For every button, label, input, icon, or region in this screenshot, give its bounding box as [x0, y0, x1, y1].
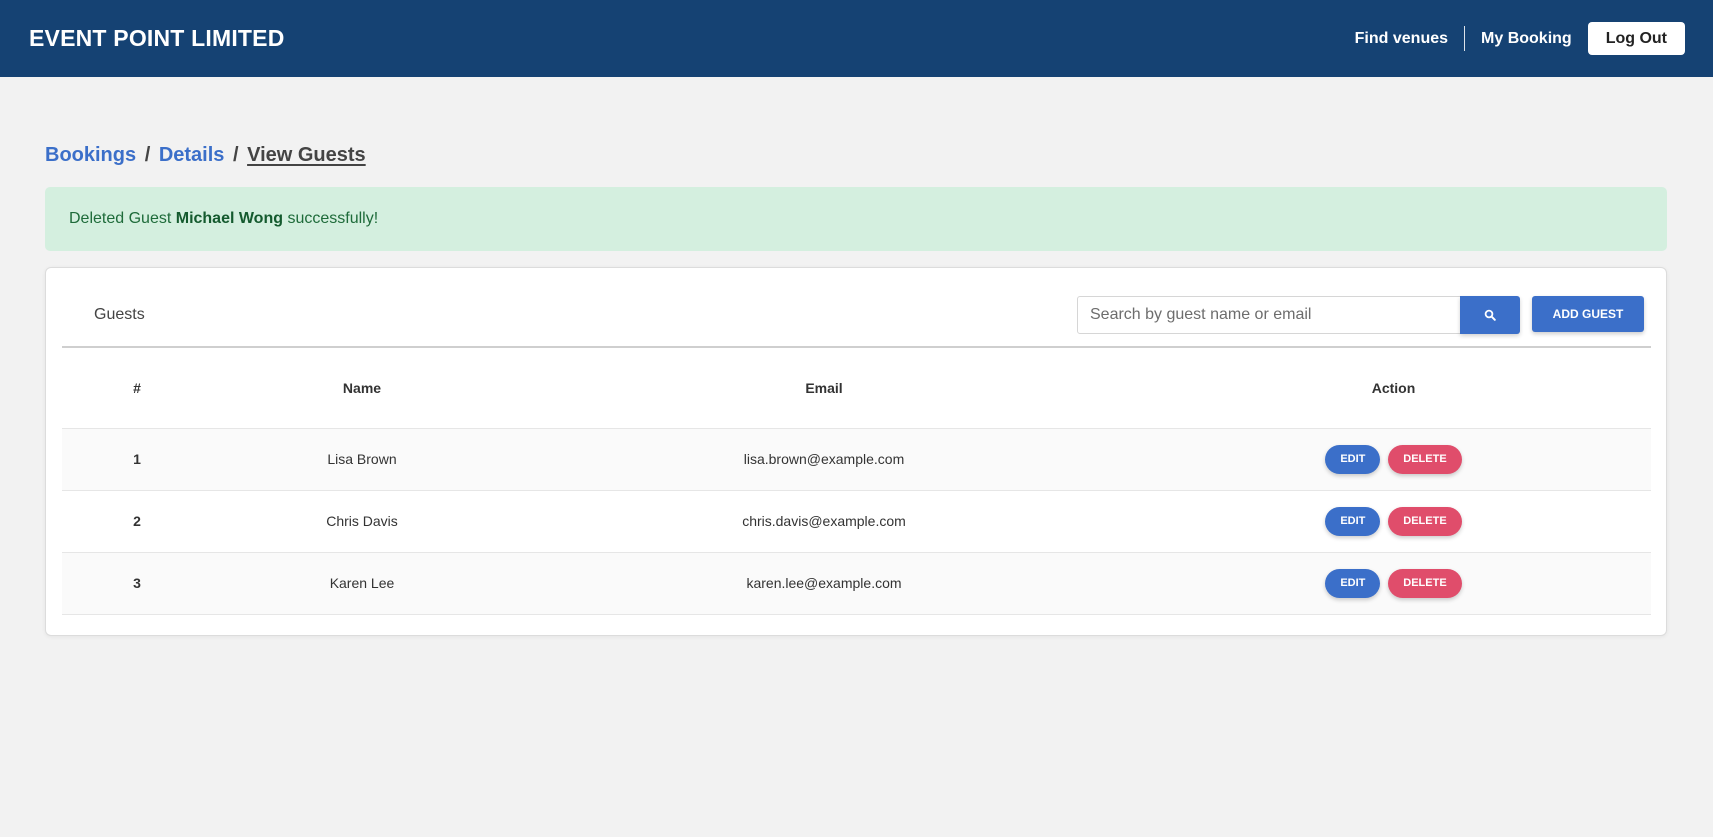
nav-divider [1464, 26, 1466, 51]
delete-button[interactable]: DELETE [1388, 506, 1462, 536]
nav-actions: Find venues My Booking Log Out [1339, 22, 1685, 55]
nav-find-venues[interactable]: Find venues [1339, 30, 1464, 48]
column-header-number: # [62, 348, 212, 429]
breadcrumb-separator: / [144, 144, 151, 166]
column-header-action: Action [1136, 348, 1651, 429]
breadcrumb: Bookings / Details / View Guests [45, 144, 366, 167]
guests-title: Guests [94, 306, 145, 323]
table-row: 3 Karen Lee karen.lee@example.com EDIT D… [62, 552, 1651, 615]
column-header-name: Name [212, 348, 512, 429]
delete-button[interactable]: DELETE [1388, 568, 1462, 598]
guest-email: chris.davis@example.com [512, 490, 1136, 553]
guest-name: Karen Lee [212, 552, 512, 615]
guest-email: lisa.brown@example.com [512, 428, 1136, 491]
guest-name: Chris Davis [212, 490, 512, 553]
edit-button[interactable]: EDIT [1325, 568, 1381, 598]
breadcrumb-separator: / [232, 144, 239, 166]
guests-card-header: Guests ADD GUEST [62, 268, 1651, 348]
top-navbar: EVENT POINT LIMITED Find venues My Booki… [0, 0, 1713, 77]
guests-card: Guests ADD GUEST # Name Email Action 1 L… [45, 267, 1667, 636]
nav-my-booking[interactable]: My Booking [1465, 30, 1588, 48]
breadcrumb-current: View Guests [247, 144, 366, 166]
brand-title: EVENT POINT LIMITED [29, 25, 285, 51]
table-row: 1 Lisa Brown lisa.brown@example.com EDIT… [62, 428, 1651, 491]
success-alert: Deleted Guest Michael Wong successfully! [45, 187, 1667, 251]
edit-button[interactable]: EDIT [1325, 506, 1381, 536]
alert-guest-name: Michael Wong [175, 210, 283, 227]
logout-button[interactable]: Log Out [1587, 22, 1685, 55]
guest-name: Lisa Brown [212, 428, 512, 491]
guest-actions: EDIT DELETE [1136, 428, 1651, 491]
guest-actions: EDIT DELETE [1136, 552, 1651, 615]
guest-number: 3 [62, 552, 212, 615]
breadcrumb-bookings[interactable]: Bookings [45, 144, 136, 166]
guest-actions: EDIT DELETE [1136, 490, 1651, 553]
table-row: 2 Chris Davis chris.davis@example.com ED… [62, 490, 1651, 553]
guest-number: 2 [62, 490, 212, 553]
guests-table: # Name Email Action 1 Lisa Brown lisa.br… [62, 348, 1651, 615]
alert-suffix: successfully! [283, 210, 379, 227]
column-header-email: Email [512, 348, 1136, 429]
search-icon [1484, 309, 1496, 321]
guest-email: karen.lee@example.com [512, 552, 1136, 615]
edit-button[interactable]: EDIT [1325, 444, 1381, 474]
guest-search-input[interactable] [1077, 296, 1461, 334]
add-guest-button[interactable]: ADD GUEST [1532, 296, 1644, 332]
table-header-row: # Name Email Action [62, 348, 1651, 429]
delete-button[interactable]: DELETE [1388, 444, 1462, 474]
breadcrumb-details[interactable]: Details [159, 144, 225, 166]
search-button[interactable] [1460, 296, 1520, 334]
alert-prefix: Deleted Guest [69, 210, 176, 227]
guest-number: 1 [62, 428, 212, 491]
